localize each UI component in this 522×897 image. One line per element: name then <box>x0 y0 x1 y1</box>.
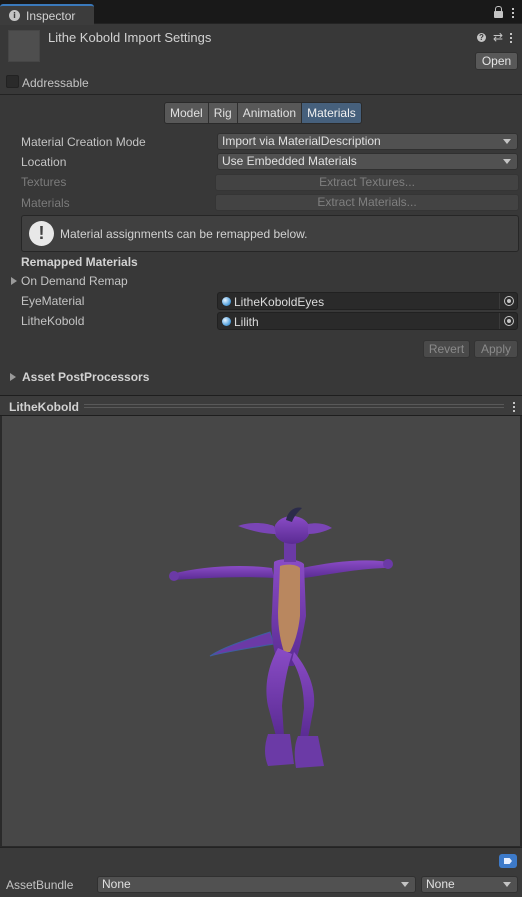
tab-model[interactable]: Model <box>165 103 209 123</box>
material-icon <box>222 297 231 306</box>
dropdown-arrow-icon <box>503 139 511 144</box>
asset-bundle-name-value: None <box>102 877 131 891</box>
asset-bundle-name-dropdown[interactable]: None <box>97 876 416 893</box>
lithe-kobold-label: LitheKobold <box>21 314 85 328</box>
eye-material-value: LitheKoboldEyes <box>234 295 325 309</box>
inspector-tab-bar: i Inspector <box>0 0 522 25</box>
preview-menu-icon[interactable] <box>513 400 515 412</box>
object-picker-button[interactable] <box>499 313 517 329</box>
location-dropdown[interactable]: Use Embedded Materials <box>217 153 518 170</box>
tab-bar-icons <box>494 6 514 18</box>
asset-thumbnail <box>8 30 40 62</box>
dropdown-arrow-icon <box>503 882 511 887</box>
foldout-arrow-icon[interactable] <box>11 277 17 285</box>
picker-icon <box>503 296 514 306</box>
material-creation-mode-value: Import via MaterialDescription <box>222 134 381 148</box>
preview-title: LitheKobold <box>9 400 79 414</box>
foldout-arrow-icon[interactable] <box>10 373 16 381</box>
info-icon: i <box>9 10 20 21</box>
exclamation-icon: ! <box>29 221 54 246</box>
preset-icon[interactable]: ⇄ <box>493 31 503 43</box>
asset-bundle-variant-value: None <box>426 877 455 891</box>
revert-button[interactable]: Revert <box>423 340 470 358</box>
lock-icon[interactable] <box>494 6 503 18</box>
extract-materials-button[interactable]: Extract Materials... <box>215 194 519 211</box>
asset-postprocessors-foldout[interactable]: Asset PostProcessors <box>22 370 149 384</box>
addressable-label: Addressable <box>22 76 89 90</box>
page-title: Lithe Kobold Import Settings <box>48 30 212 45</box>
lithe-kobold-field[interactable]: Lilith <box>217 312 518 330</box>
on-demand-remap-foldout[interactable]: On Demand Remap <box>21 274 128 288</box>
textures-label: Textures <box>21 175 67 189</box>
header-menu-icon[interactable] <box>510 31 513 43</box>
label-tag-icon[interactable] <box>499 854 517 868</box>
apply-button[interactable]: Apply <box>474 340 518 358</box>
eye-material-field[interactable]: LitheKoboldEyes <box>217 292 518 310</box>
helpbox-text: Material assignments can be remapped bel… <box>60 227 308 241</box>
help-icon[interactable]: ? <box>477 33 486 42</box>
tab-materials[interactable]: Materials <box>302 103 361 123</box>
materials-label: Materials <box>21 196 70 210</box>
material-creation-mode-label: Material Creation Mode <box>21 135 146 149</box>
import-tabs: Model Rig Animation Materials <box>164 102 362 124</box>
inspector-tab-label: Inspector <box>26 8 76 23</box>
drag-handle[interactable] <box>84 404 504 408</box>
info-helpbox: ! Material assignments can be remapped b… <box>21 215 519 252</box>
asset-bundle-variant-dropdown[interactable]: None <box>421 876 518 893</box>
model-preview[interactable] <box>2 416 520 846</box>
tab-rig[interactable]: Rig <box>208 103 238 123</box>
object-picker-button[interactable] <box>499 293 517 309</box>
remapped-materials-heading: Remapped Materials <box>21 255 138 269</box>
tab-menu-icon[interactable] <box>512 6 514 18</box>
asset-bundle-label: AssetBundle <box>6 878 74 892</box>
lithe-kobold-value: Lilith <box>234 315 259 329</box>
material-creation-mode-dropdown[interactable]: Import via MaterialDescription <box>217 133 518 150</box>
open-button[interactable]: Open <box>475 52 518 70</box>
preview-header[interactable]: LitheKobold <box>0 395 522 416</box>
location-value: Use Embedded Materials <box>222 154 357 168</box>
addressable-checkbox[interactable] <box>6 75 19 88</box>
divider <box>0 94 522 95</box>
extract-textures-button[interactable]: Extract Textures... <box>215 174 519 191</box>
eye-material-label: EyeMaterial <box>21 294 85 308</box>
location-label: Location <box>21 155 67 169</box>
tab-animation[interactable]: Animation <box>237 103 303 123</box>
material-icon <box>222 317 231 326</box>
kobold-model-illustration <box>169 507 393 768</box>
dropdown-arrow-icon <box>503 159 511 164</box>
header-icons: ? ⇄ <box>477 31 513 43</box>
dropdown-arrow-icon <box>401 882 409 887</box>
inspector-tab[interactable]: i Inspector <box>0 4 94 25</box>
picker-icon <box>503 316 514 326</box>
